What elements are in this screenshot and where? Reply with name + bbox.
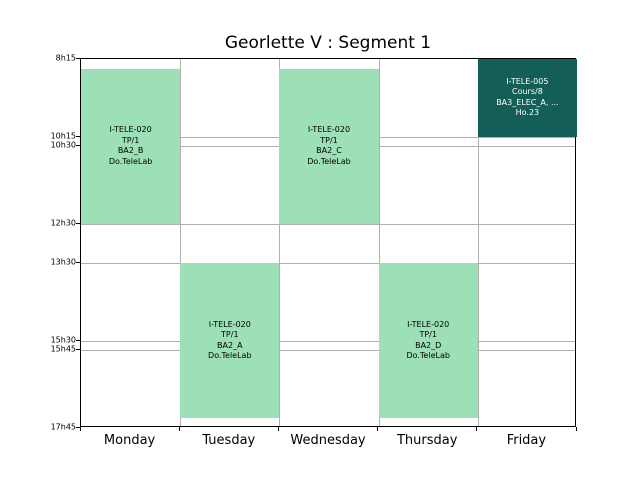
timetable-plot: I-TELE-020 TP/1 BA2_B Do.TeleLab I-TELE-0… [80, 58, 577, 427]
day-tick-mark [377, 427, 379, 431]
time-tick-mark [76, 58, 80, 59]
day-tick-mark [277, 427, 279, 431]
time-tick-mark [76, 261, 80, 263]
grid-line-horizontal [81, 224, 575, 226]
day-label-monday: Monday [103, 433, 156, 448]
event-block-wednesday[interactable]: I-TELE-020 TP/1 BA2_C Do.TeleLab [279, 68, 379, 225]
event-block-monday[interactable]: I-TELE-020 TP/1 BA2_B Do.TeleLab [81, 68, 181, 225]
time-tick-mark [76, 349, 80, 351]
day-label-friday: Friday [506, 433, 547, 448]
day-tick-mark [476, 427, 478, 431]
time-tick-mark [76, 339, 80, 341]
day-label-wednesday: Wednesday [290, 433, 366, 448]
event-block-thursday[interactable]: I-TELE-020 TP/1 BA2_D Do.TeleLab [378, 262, 478, 419]
day-tick-mark [178, 427, 180, 431]
time-tick-mark [76, 223, 80, 225]
chart-title: Georlette V : Segment 1 [224, 33, 432, 53]
grid-line-horizontal [81, 262, 575, 264]
day-label-tuesday: Tuesday [202, 433, 256, 448]
day-tick-mark [79, 427, 81, 431]
time-tick-mark [76, 135, 80, 137]
grid-line-horizontal [81, 350, 575, 352]
event-block-friday[interactable]: I-TELE-005 Cours/8 BA3_ELEC_A, ... Ho.23 [477, 59, 577, 137]
time-tick-mark [76, 145, 80, 147]
day-tick-mark [575, 427, 577, 431]
event-block-tuesday[interactable]: I-TELE-020 TP/1 BA2_A Do.TeleLab [180, 262, 280, 419]
grid-line-horizontal [81, 340, 575, 342]
day-label-thursday: Thursday [396, 433, 458, 448]
